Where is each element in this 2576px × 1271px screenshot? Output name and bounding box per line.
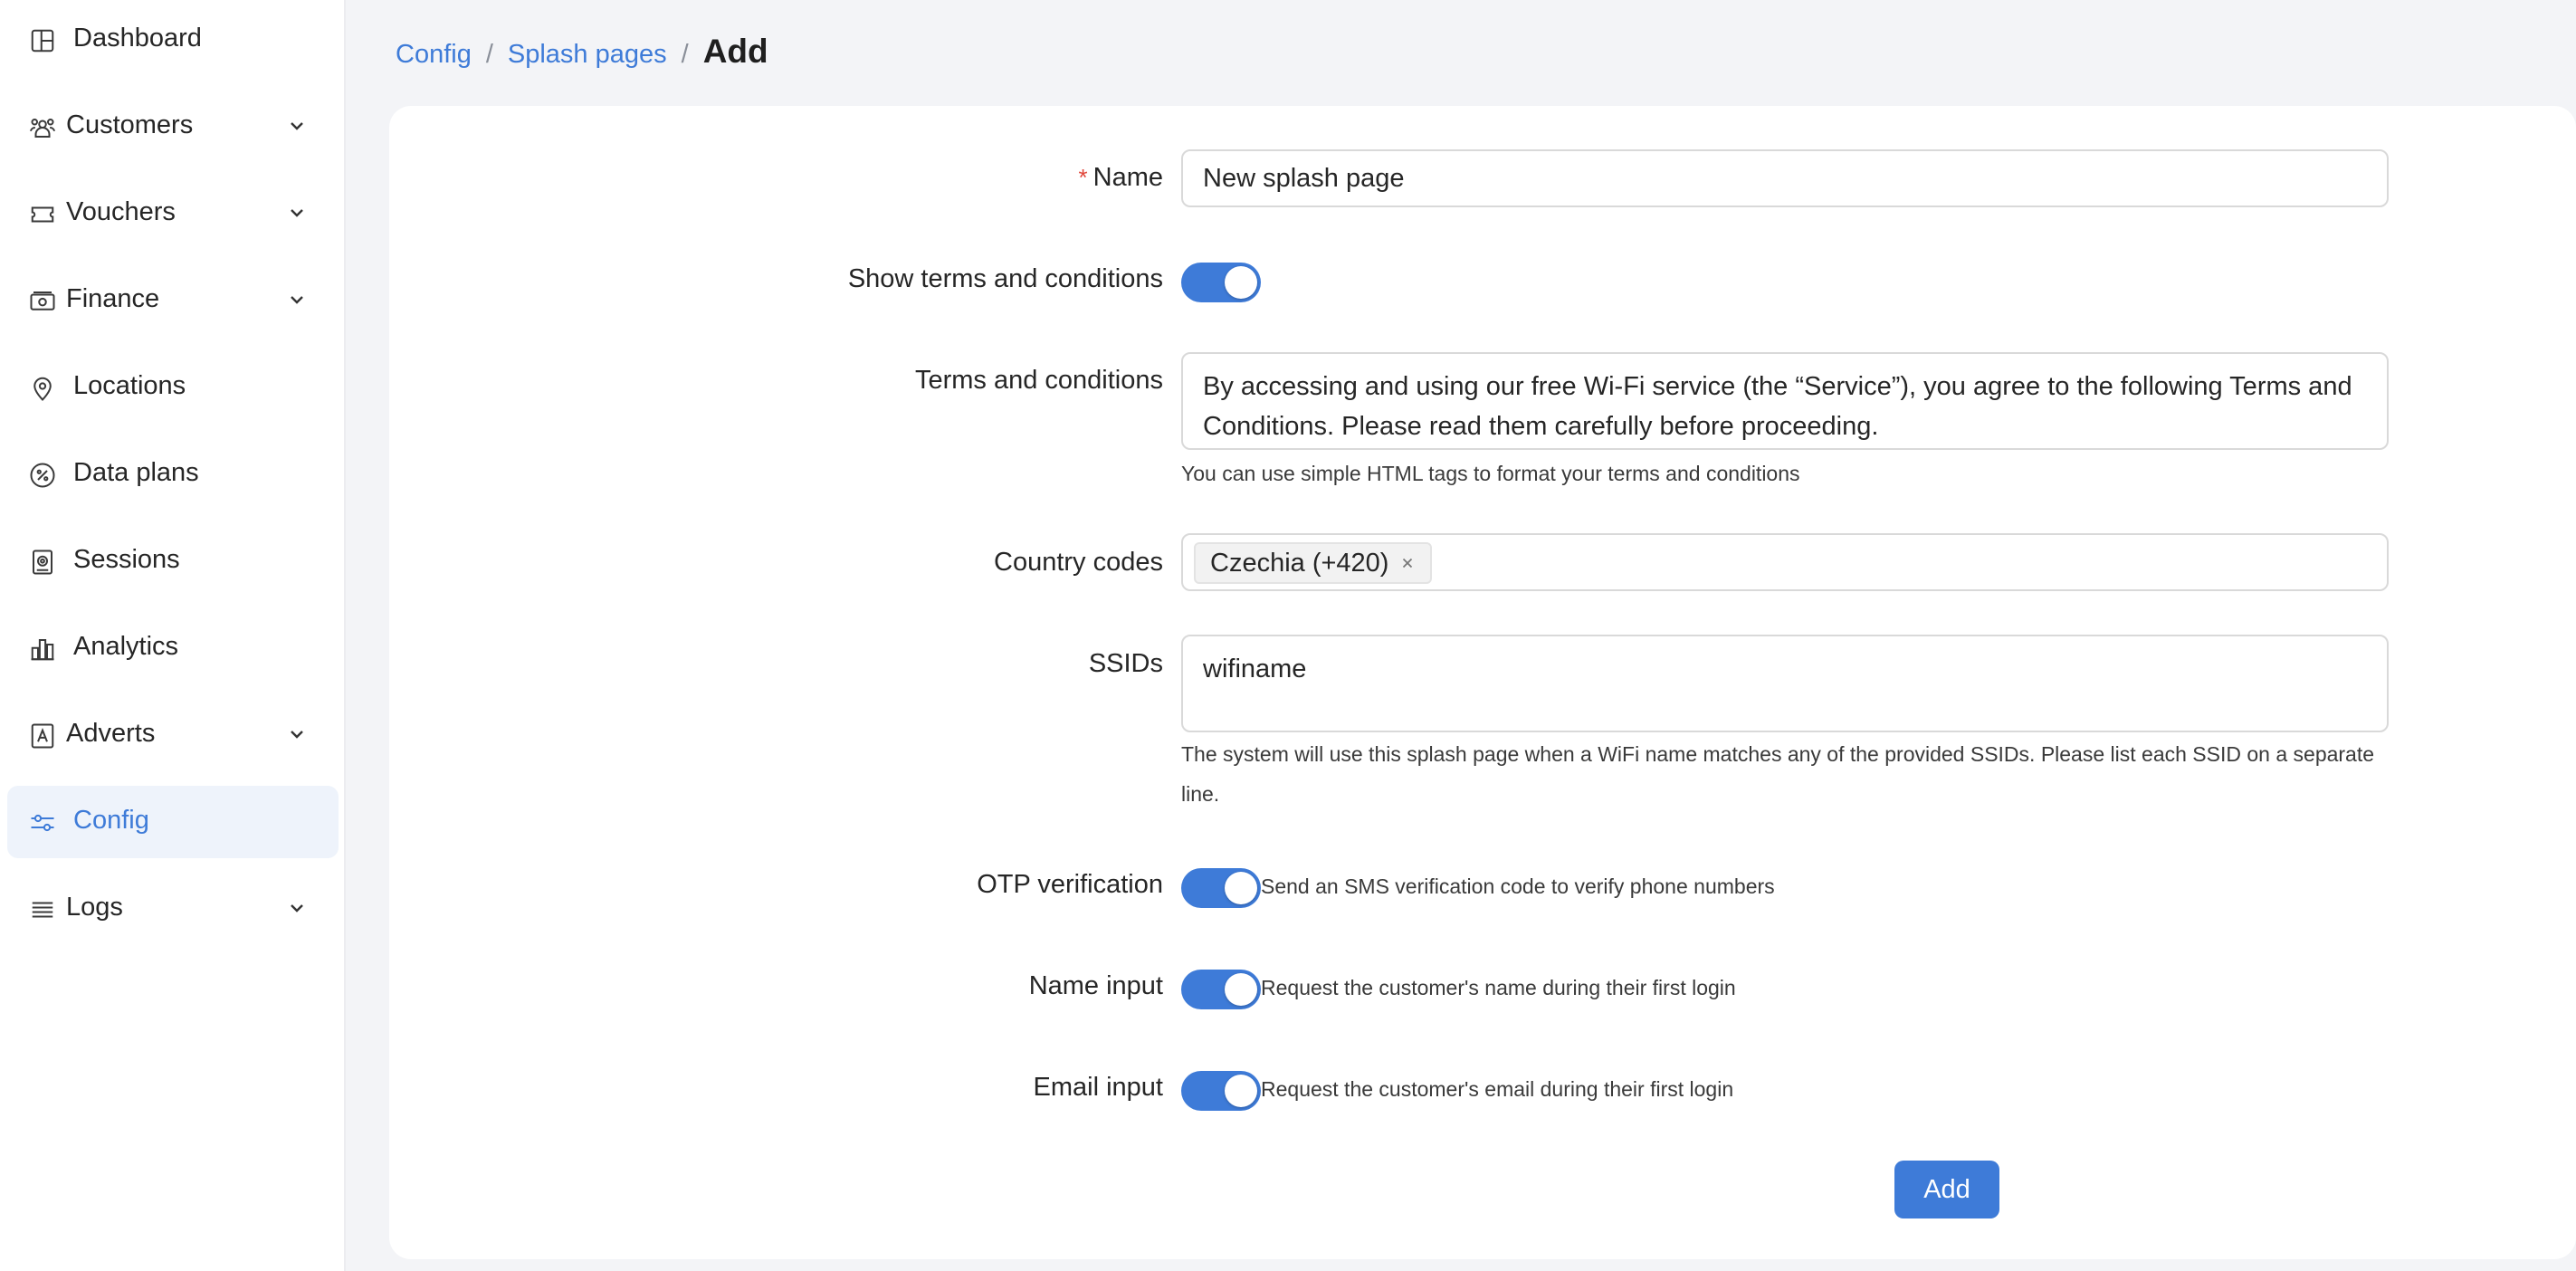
sidebar-item-config[interactable]: Config	[7, 786, 339, 858]
chevron-down-icon[interactable]	[286, 289, 308, 311]
location-pin-icon	[29, 375, 56, 402]
country-code-tag-label: Czechia (+420)	[1210, 548, 1389, 578]
sidebar-item-customers[interactable]: Customers	[7, 91, 339, 163]
chevron-down-icon[interactable]	[286, 723, 308, 745]
sidebar: Dashboard Customers Vouchers Finance Loc…	[0, 0, 346, 1271]
sidebar-item-analytics[interactable]: Analytics	[7, 612, 339, 684]
dashboard-icon	[29, 27, 56, 54]
advert-icon	[29, 722, 56, 750]
sidebar-item-sessions[interactable]: Sessions	[7, 525, 339, 597]
add-button[interactable]: Add	[1894, 1161, 1999, 1218]
name-input[interactable]: New splash page	[1181, 149, 2389, 207]
ssids-label: SSIDs	[1088, 649, 1163, 678]
close-icon[interactable]	[1399, 555, 1416, 571]
breadcrumb-separator: /	[485, 40, 493, 69]
session-icon	[29, 549, 56, 576]
terms-help-text: You can use simple HTML tags to format y…	[1181, 462, 1800, 485]
name-input-description: Request the customer's name during their…	[1261, 976, 1736, 999]
sliders-icon	[29, 809, 56, 836]
toggle-knob	[1225, 1075, 1257, 1107]
toggle-knob	[1225, 266, 1257, 299]
country-code-tag: Czechia (+420)	[1194, 542, 1433, 584]
sidebar-item-label: Dashboard	[73, 24, 202, 53]
bar-chart-icon	[29, 636, 56, 663]
chevron-down-icon[interactable]	[286, 202, 308, 224]
percentage-icon	[29, 462, 56, 489]
toggle-knob	[1225, 973, 1257, 1006]
breadcrumb: Config / Splash pages / Add	[396, 33, 768, 71]
sidebar-item-vouchers[interactable]: Vouchers	[7, 177, 339, 250]
sidebar-item-logs[interactable]: Logs	[7, 873, 339, 945]
show-terms-label: Show terms and conditions	[847, 264, 1163, 293]
country-codes-label: Country codes	[994, 548, 1163, 577]
ssids-help-text: The system will use this splash page whe…	[1181, 742, 2375, 806]
otp-label: OTP verification	[977, 870, 1163, 899]
otp-verification-toggle[interactable]	[1181, 868, 1261, 908]
sidebar-item-dashboard[interactable]: Dashboard	[7, 4, 339, 76]
email-input-label: Email input	[1033, 1073, 1163, 1102]
customers-icon	[29, 114, 56, 141]
show-terms-toggle[interactable]	[1181, 263, 1261, 302]
sidebar-item-locations[interactable]: Locations	[7, 351, 339, 424]
breadcrumb-splash-pages-link[interactable]: Splash pages	[508, 40, 667, 70]
chevron-down-icon[interactable]	[286, 897, 308, 919]
email-input-toggle[interactable]	[1181, 1071, 1261, 1111]
sidebar-item-label: Adverts	[66, 719, 156, 748]
page-title: Add	[702, 33, 768, 70]
sidebar-item-label: Vouchers	[66, 197, 176, 226]
sidebar-item-label: Analytics	[73, 632, 179, 661]
breadcrumb-config-link[interactable]: Config	[396, 40, 472, 70]
breadcrumb-separator: /	[681, 40, 689, 69]
terms-label: Terms and conditions	[914, 366, 1163, 395]
name-input-label: Name input	[1028, 971, 1163, 1000]
email-input-description: Request the customer's email during thei…	[1261, 1077, 1734, 1101]
required-mark: *	[1078, 164, 1088, 191]
sidebar-item-label: Locations	[73, 371, 186, 400]
list-icon	[29, 896, 56, 923]
name-label-text: Name	[1092, 163, 1163, 192]
sidebar-item-label: Sessions	[73, 545, 180, 574]
otp-description: Send an SMS verification code to verify …	[1261, 874, 1775, 898]
sidebar-item-finance[interactable]: Finance	[7, 264, 339, 337]
ticket-icon	[29, 201, 56, 228]
splash-page-form: * Name New splash page Show terms and con…	[389, 106, 2576, 1259]
money-icon	[29, 288, 56, 315]
sidebar-item-label: Logs	[66, 893, 123, 922]
sidebar-item-label: Customers	[66, 110, 194, 139]
chevron-down-icon[interactable]	[286, 115, 308, 137]
terms-textarea[interactable]: By accessing and using our free Wi-Fi se…	[1181, 352, 2389, 450]
sidebar-item-adverts[interactable]: Adverts	[7, 699, 339, 771]
sidebar-item-data-plans[interactable]: Data plans	[7, 438, 339, 511]
country-codes-select[interactable]: Czechia (+420)	[1181, 533, 2389, 591]
toggle-knob	[1225, 872, 1257, 904]
name-input-toggle[interactable]	[1181, 970, 1261, 1009]
ssids-textarea[interactable]: wifiname	[1181, 635, 2389, 732]
sidebar-item-label: Config	[73, 806, 149, 835]
name-label: * Name	[1079, 163, 1163, 193]
sidebar-item-label: Data plans	[73, 458, 199, 487]
sidebar-item-label: Finance	[66, 284, 160, 313]
